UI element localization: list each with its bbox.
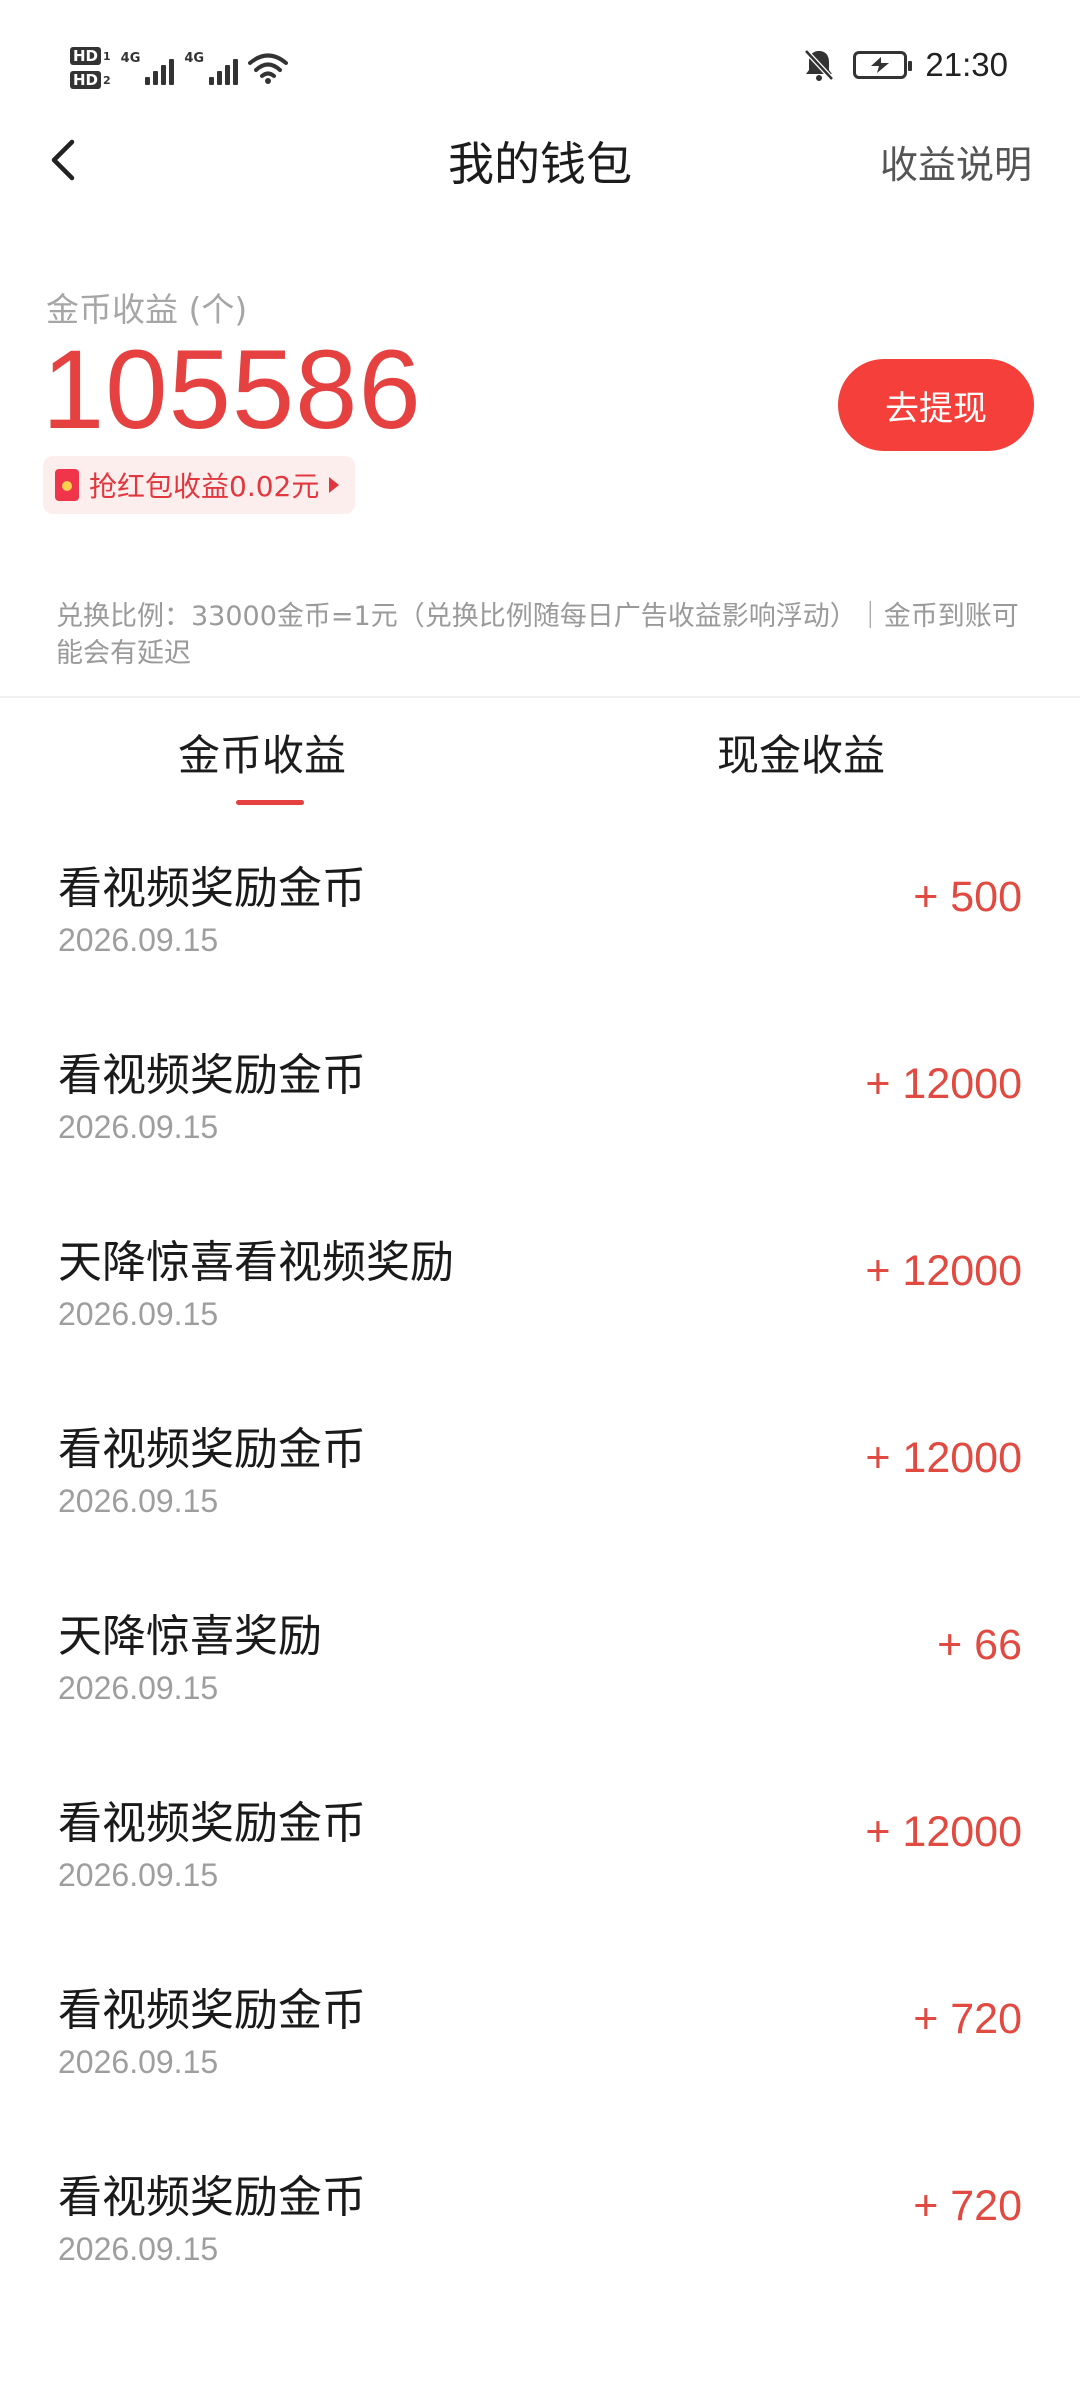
withdraw-button[interactable]: 去提现 [838,359,1034,451]
signal-bar [233,59,239,85]
list-item: 看视频奖励金币 2026.09.15 + 500 [0,815,1080,1002]
red-packet-earnings-text: 抢红包收益0.02元 [89,470,320,503]
record-date: 2026.09.15 [58,1483,219,1519]
record-amount: + 66 [937,1621,1022,1669]
signal-bar [145,77,151,85]
hd-badge-1: HD 1 [70,47,111,65]
network-type: 4G [120,51,141,66]
signal-bar [217,71,223,85]
active-tab-indicator [236,800,304,805]
record-amount: + 12000 [865,1434,1022,1482]
signal-icon-sim1: 4G [121,51,175,85]
record-date: 2026.09.15 [58,1296,219,1332]
record-amount: + 500 [913,873,1022,921]
record-title: 天降惊喜看视频奖励 [58,1237,454,1288]
list-item: 天降惊喜奖励 2026.09.15 + 66 [0,1563,1080,1750]
record-title: 看视频奖励金币 [58,1424,366,1475]
signal-bar [225,65,231,85]
record-amount: + 12000 [865,1808,1022,1856]
record-date: 2026.09.15 [58,922,219,958]
record-title: 天降惊喜奖励 [58,1611,322,1662]
signal-bar [209,77,215,85]
status-bar-left: HD 1 HD 2 4G 4G [70,38,289,98]
list-item: 看视频奖励金币 2026.09.15 + 720 [0,1937,1080,2124]
status-time: 21:30 [925,46,1008,83]
list-item: 看视频奖励金币 2026.09.15 + 720 [0,2124,1080,2311]
record-date: 2026.09.15 [58,1670,219,1706]
wallet-screen: HD 1 HD 2 4G 4G 21:30 我的钱包 收益说明 金币收益 (个)… [0,0,1080,2388]
list-item: 天降惊喜看视频奖励 2026.09.15 + 12000 [0,1189,1080,1376]
signal-bar [153,71,159,85]
signal-bar [169,59,175,85]
network-type: 4G [184,51,205,66]
exchange-ratio-note: 兑换比例：33000金币=1元（兑换比例随每日广告收益影响浮动）｜金币到账可能会… [56,601,1019,669]
record-date: 2026.09.15 [58,2231,219,2267]
status-bar-right: 21:30 [803,40,1008,90]
record-date: 2026.09.15 [58,1857,219,1893]
tab-cash-earnings[interactable]: 现金收益 [717,722,885,783]
record-amount: + 720 [913,2182,1022,2230]
hd-indicators: HD 1 HD 2 [70,47,111,89]
hd-label: HD [70,71,102,89]
record-title: 看视频奖励金币 [58,2172,366,2223]
earnings-list: 看视频奖励金币 2026.09.15 + 500 看视频奖励金币 2026.09… [0,815,1080,2311]
signal-bar [161,65,167,85]
record-date: 2026.09.15 [58,2044,219,2080]
record-title: 看视频奖励金币 [58,1050,366,1101]
tab-coin-earnings[interactable]: 金币收益 [178,722,346,783]
bell-off-icon [804,49,835,81]
record-amount: + 12000 [865,1247,1022,1295]
red-packet-earnings-chip[interactable]: 抢红包收益0.02元 [43,456,356,514]
list-item: 看视频奖励金币 2026.09.15 + 12000 [0,1002,1080,1189]
signal-icon-sim2: 4G [184,51,239,85]
record-amount: + 720 [913,1995,1022,2043]
hd-badge-2: HD 2 [70,71,111,89]
battery-charging-icon [853,51,913,79]
hd-sim-number: 1 [103,49,111,63]
hd-label: HD [70,47,102,65]
status-bar: HD 1 HD 2 4G 4G 21:30 [0,0,1080,130]
coin-earnings-label: 金币收益 (个) [46,290,248,329]
charging-bolt-icon [871,57,890,73]
record-title: 看视频奖励金币 [58,1985,366,2036]
list-item: 看视频奖励金币 2026.09.15 + 12000 [0,1376,1080,1563]
coin-balance-amount: 105586 [42,327,422,452]
section-divider [0,696,1080,698]
record-title: 看视频奖励金币 [58,1798,366,1849]
app-header: 我的钱包 收益说明 [0,120,1080,200]
record-title: 看视频奖励金币 [58,863,366,914]
list-item: 看视频奖励金币 2026.09.15 + 12000 [0,1750,1080,1937]
caret-right-icon [329,477,340,493]
earnings-explanation-link[interactable]: 收益说明 [880,134,1032,189]
wifi-icon [248,53,289,84]
red-envelope-icon [55,469,79,501]
hd-sim-number: 2 [103,73,111,87]
record-amount: + 12000 [865,1060,1022,1108]
record-date: 2026.09.15 [58,1109,219,1145]
